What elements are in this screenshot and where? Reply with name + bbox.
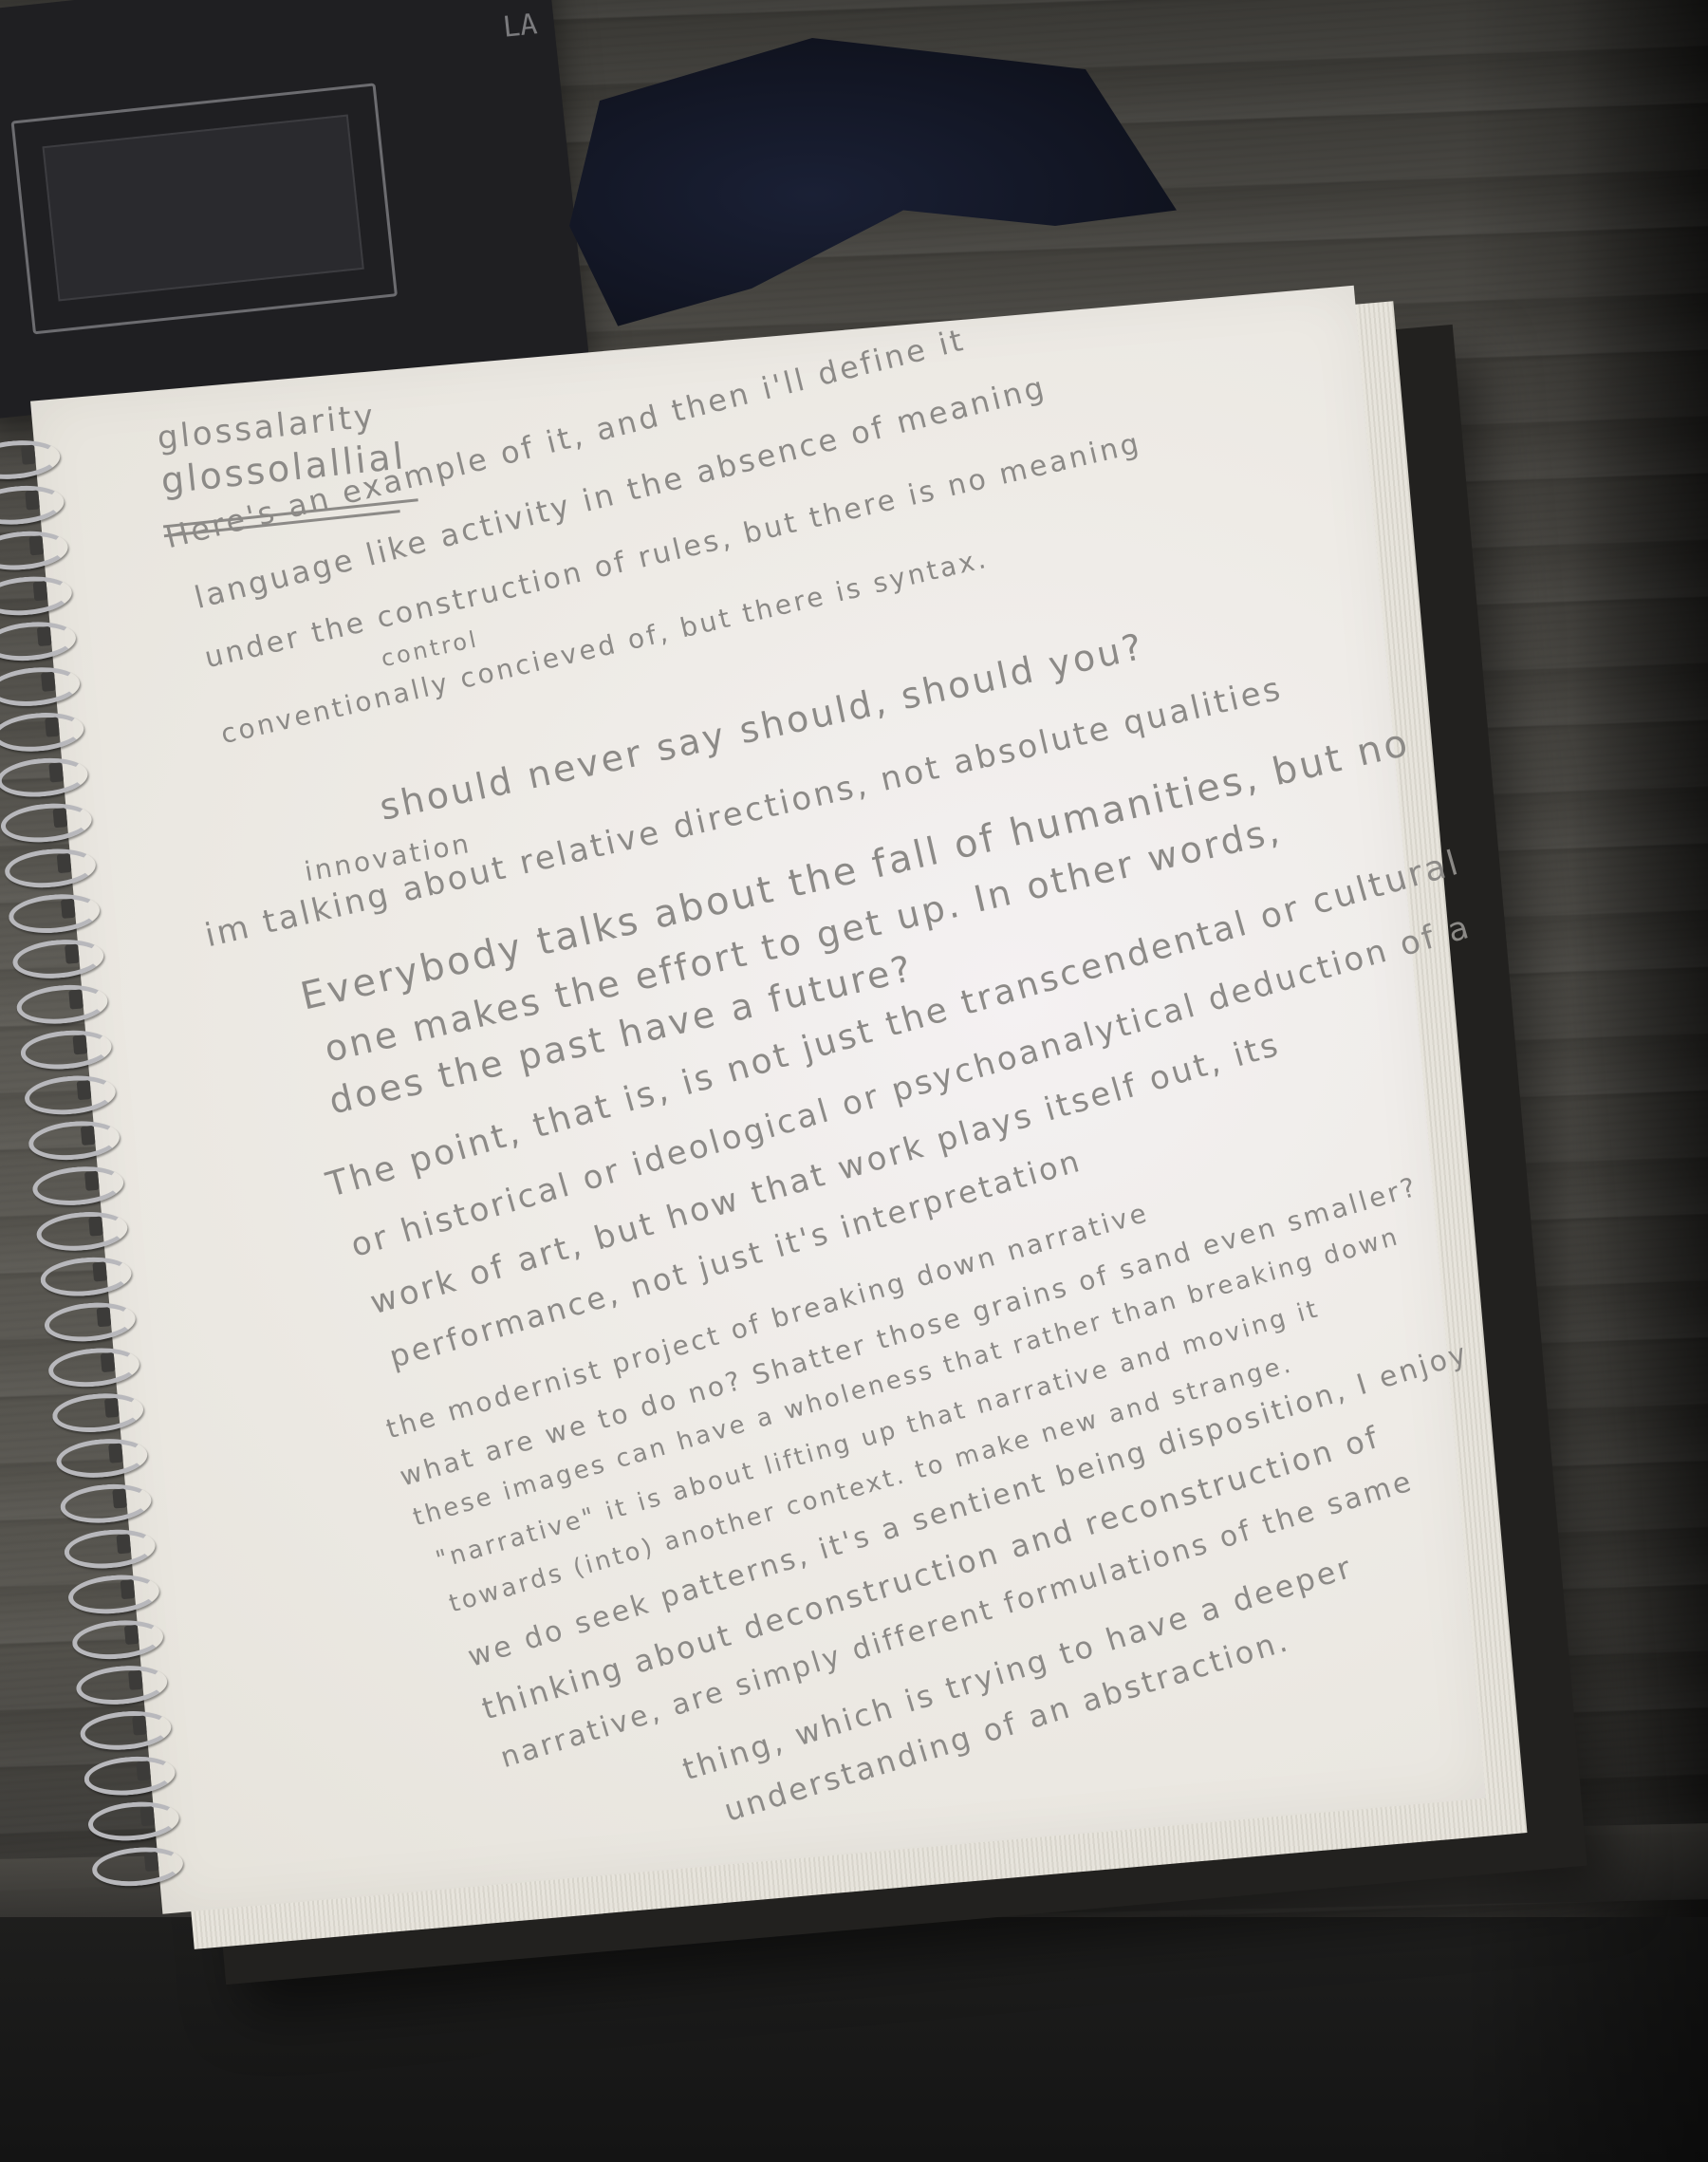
punch-hole xyxy=(132,1715,147,1736)
spiral-ring xyxy=(66,1571,161,1618)
punch-hole xyxy=(136,1761,152,1781)
punch-hole xyxy=(28,535,45,556)
frame-label: LA xyxy=(501,8,539,45)
spiral-ring xyxy=(46,1344,141,1390)
spiral-notebook: glossalarity glossolallial Here's an examp… xyxy=(0,285,1587,1985)
punch-hole xyxy=(103,1397,120,1418)
punch-hole xyxy=(80,1125,96,1146)
punch-hole xyxy=(32,581,48,602)
punch-hole xyxy=(56,852,72,874)
spiral-ring xyxy=(0,799,94,847)
spiral-ring xyxy=(70,1616,165,1663)
spiral-ring xyxy=(83,1753,177,1799)
spiral-ring xyxy=(3,845,98,891)
punch-hole xyxy=(60,898,76,919)
punch-hole xyxy=(116,1534,132,1555)
dark-frame-object xyxy=(0,0,589,420)
spiral-ring xyxy=(30,1163,125,1209)
spiral-ring xyxy=(43,1298,138,1346)
spiral-ring xyxy=(10,936,105,982)
punch-hole xyxy=(123,1624,139,1646)
spiral-ring xyxy=(50,1389,145,1436)
punch-hole xyxy=(25,490,40,511)
spiral-ring xyxy=(34,1208,130,1255)
punch-hole xyxy=(21,444,36,465)
punch-hole xyxy=(112,1488,127,1509)
spiral-ring xyxy=(90,1843,185,1890)
punch-hole xyxy=(84,1170,100,1191)
punch-hole xyxy=(120,1579,136,1600)
spiral-ring xyxy=(19,1026,114,1073)
punch-hole xyxy=(128,1669,143,1690)
punch-hole xyxy=(36,625,52,647)
punch-hole xyxy=(45,717,60,737)
spiral-ring xyxy=(14,981,110,1028)
spiral-ring xyxy=(63,1525,158,1573)
spiral-ring xyxy=(0,663,82,710)
punch-hole xyxy=(76,1080,92,1101)
punch-hole xyxy=(68,989,84,1010)
spiral-ring xyxy=(86,1798,181,1845)
spiral-ring xyxy=(54,1435,149,1482)
punch-hole xyxy=(92,1261,108,1282)
punch-hole xyxy=(100,1351,116,1373)
punch-hole xyxy=(88,1216,103,1237)
spiral-ring xyxy=(0,709,85,755)
punch-hole xyxy=(65,943,80,964)
notebook-page: glossalarity glossolallial Here's an examp… xyxy=(30,285,1487,1914)
spiral-ring xyxy=(0,755,90,801)
spiral-ring xyxy=(23,1072,118,1119)
spiral-ring xyxy=(78,1707,174,1754)
punch-hole xyxy=(40,671,56,692)
punch-hole xyxy=(143,1851,159,1873)
photo-scene: LA glossalarity glossolallial Here's an ex… xyxy=(0,0,1708,2162)
spiral-ring xyxy=(74,1662,169,1708)
spiral-ring xyxy=(27,1117,121,1164)
spiral-ring xyxy=(58,1481,154,1527)
punch-hole xyxy=(48,762,65,783)
spiral-ring xyxy=(39,1254,134,1300)
punch-hole xyxy=(108,1443,123,1463)
punch-hole xyxy=(96,1307,112,1328)
spiral-ring xyxy=(7,890,102,937)
punch-hole xyxy=(139,1806,156,1827)
punch-hole xyxy=(52,808,68,829)
punch-hole xyxy=(72,1034,88,1055)
